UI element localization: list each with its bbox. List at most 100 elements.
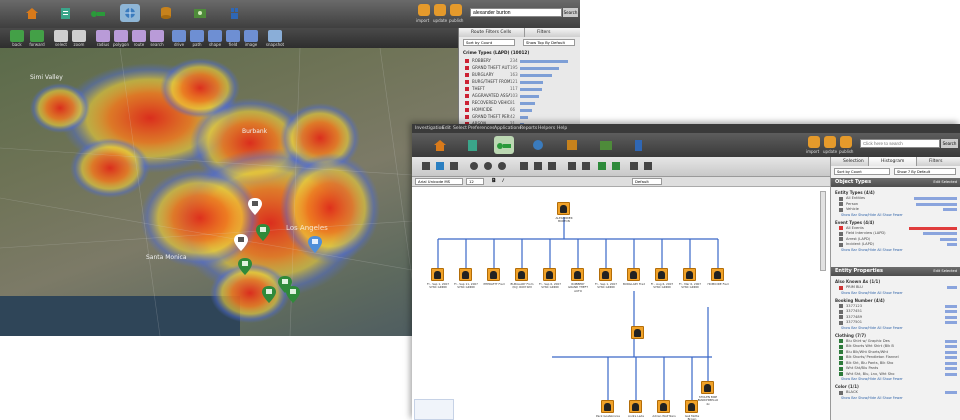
document-icon[interactable] bbox=[462, 136, 482, 154]
graph-icon[interactable] bbox=[494, 136, 514, 154]
tab-filters[interactable]: Filters bbox=[917, 157, 960, 166]
green-pin-icon[interactable] bbox=[286, 286, 300, 303]
search-input[interactable] bbox=[470, 8, 562, 17]
crime-type-row[interactable]: BURGLARY 163 bbox=[465, 72, 552, 78]
menu-select[interactable]: Select bbox=[453, 124, 467, 133]
crime-type-checkbox[interactable] bbox=[465, 94, 469, 98]
histogram-row[interactable]: Blk Sht, Blu Pants, Blk Sho bbox=[839, 361, 957, 366]
crime-type-row[interactable]: RECOVERED VEHICLE81 bbox=[465, 100, 535, 106]
crime-type-row[interactable]: HOMICIDE 66 bbox=[465, 107, 532, 113]
radius-icon[interactable] bbox=[96, 30, 110, 42]
blue-pin-icon[interactable] bbox=[308, 236, 322, 253]
user-profile-icon[interactable] bbox=[628, 136, 648, 154]
person-node[interactable] bbox=[601, 400, 614, 413]
group-links[interactable]: Show Bar Show/Hide All Show Fewer bbox=[841, 248, 903, 252]
crime-type-checkbox[interactable] bbox=[465, 87, 469, 91]
home-icon[interactable] bbox=[430, 136, 450, 154]
histogram-row[interactable]: Blk Shorts/ Pendleton Flannel bbox=[839, 355, 957, 360]
menu-reports[interactable]: Reports bbox=[520, 124, 537, 133]
event-node[interactable] bbox=[459, 268, 472, 281]
update-button[interactable] bbox=[434, 4, 446, 16]
person-node[interactable] bbox=[685, 400, 698, 413]
event-node[interactable] bbox=[683, 268, 696, 281]
crime-type-checkbox[interactable] bbox=[465, 66, 469, 70]
histogram-row[interactable]: PRIM BLU bbox=[839, 285, 957, 290]
person-node[interactable] bbox=[657, 400, 670, 413]
drive-icon[interactable] bbox=[172, 30, 186, 42]
event-node[interactable] bbox=[571, 268, 584, 281]
green-pin-icon[interactable] bbox=[262, 286, 276, 303]
folder-icon[interactable] bbox=[596, 136, 616, 154]
search-button[interactable]: Search bbox=[941, 139, 958, 148]
forward-icon[interactable] bbox=[30, 30, 44, 42]
globe-icon[interactable] bbox=[120, 4, 140, 22]
font-size-select[interactable]: 12 bbox=[466, 178, 484, 185]
snapshot-icon[interactable] bbox=[268, 30, 282, 42]
person-node[interactable] bbox=[629, 400, 642, 413]
home-icon[interactable] bbox=[22, 4, 42, 22]
entity-properties-edit-link[interactable]: Edit Selected bbox=[933, 267, 957, 276]
update-button[interactable] bbox=[824, 136, 836, 148]
histogram-row[interactable]: All Entities bbox=[839, 196, 957, 201]
crime-type-row[interactable]: GRAND THEFT PERSO42 bbox=[465, 114, 528, 120]
path-icon[interactable] bbox=[190, 30, 204, 42]
crime-type-checkbox[interactable] bbox=[465, 80, 469, 84]
histogram-row[interactable]: Wht Sht/Blu Pants bbox=[839, 366, 957, 371]
event-node[interactable] bbox=[487, 268, 500, 281]
user-profile-icon[interactable] bbox=[224, 4, 244, 22]
link-node[interactable] bbox=[631, 326, 644, 339]
histogram-row[interactable]: Incident (LAPD) bbox=[839, 242, 957, 247]
group-links[interactable]: Show Bar Show/Hide All Show Fewer bbox=[841, 291, 903, 295]
event-node[interactable] bbox=[515, 268, 528, 281]
search-icon[interactable] bbox=[150, 30, 164, 42]
crime-type-checkbox[interactable] bbox=[465, 101, 469, 105]
crime-type-checkbox[interactable] bbox=[465, 59, 469, 63]
select-icon[interactable] bbox=[54, 30, 68, 42]
histogram-row[interactable]: Blk Shorts Wht Shirt (Blk B bbox=[839, 344, 957, 349]
object-types-edit-link[interactable]: Edit Selected bbox=[933, 178, 957, 187]
crime-type-checkbox[interactable] bbox=[465, 108, 469, 112]
event-node[interactable] bbox=[655, 268, 668, 281]
vehicle-node[interactable] bbox=[701, 381, 714, 394]
event-node[interactable] bbox=[627, 268, 640, 281]
event-node[interactable] bbox=[711, 268, 724, 281]
histogram-row[interactable]: Blu Shirt w/ Graphic Des bbox=[839, 339, 957, 344]
crime-type-row[interactable]: AGGRAVATED ASSAU 103 bbox=[465, 93, 539, 99]
shape-icon[interactable] bbox=[208, 30, 222, 42]
folder-icon[interactable] bbox=[190, 4, 210, 22]
event-node[interactable] bbox=[599, 268, 612, 281]
histogram-row[interactable]: 3377489 bbox=[839, 315, 957, 320]
menu-investigation[interactable]: Investigation bbox=[415, 124, 444, 133]
publish-button[interactable] bbox=[450, 4, 462, 16]
histogram-row[interactable]: Blu Blk/Wht Shorts/Wht bbox=[839, 350, 957, 355]
polygon-icon[interactable] bbox=[114, 30, 128, 42]
menu-preferences[interactable]: Preferences bbox=[468, 124, 494, 133]
crime-type-row[interactable]: ROBBERY 234 bbox=[465, 58, 568, 64]
tab-histogram[interactable]: Histogram bbox=[869, 157, 917, 166]
tab-filters[interactable]: Filters bbox=[525, 28, 580, 37]
align-select[interactable]: Default bbox=[632, 178, 662, 185]
import-button[interactable] bbox=[418, 4, 430, 16]
menu-help[interactable]: Help bbox=[557, 124, 567, 133]
group-links[interactable]: Show Bar Show/Hide All Show Fewer bbox=[841, 377, 903, 381]
histogram-row[interactable]: All Events bbox=[839, 226, 957, 231]
crime-type-checkbox[interactable] bbox=[465, 115, 469, 119]
publish-button[interactable] bbox=[840, 136, 852, 148]
histogram-row[interactable]: 3377451 bbox=[839, 309, 957, 314]
histogram-row[interactable]: Arrest (LAPD) bbox=[839, 237, 957, 242]
show-select[interactable]: Show 7 By Default bbox=[894, 168, 956, 175]
overview-minimap[interactable] bbox=[414, 399, 454, 420]
root-person-node[interactable] bbox=[557, 202, 570, 215]
tab-route-filters[interactable]: Route Filters Cells bbox=[459, 28, 525, 37]
italic-button[interactable]: 𝐼 bbox=[502, 178, 503, 184]
group-links[interactable]: Show Bar Show/Hide All Show Fewer bbox=[841, 326, 903, 330]
menu-helpers[interactable]: Helpers bbox=[538, 124, 555, 133]
document-icon[interactable] bbox=[55, 4, 75, 22]
histogram-row[interactable]: Wht Sht, Blu, Lnx, Wht Sho bbox=[839, 372, 957, 377]
show-select[interactable]: Show Top By Default bbox=[523, 39, 575, 46]
crime-type-row[interactable]: BURG/THEFT FROM V121 bbox=[465, 79, 543, 85]
route-icon[interactable] bbox=[132, 30, 146, 42]
green-pin-icon[interactable] bbox=[238, 258, 252, 275]
menu-applications[interactable]: Applications bbox=[494, 124, 522, 133]
image-icon[interactable] bbox=[244, 30, 258, 42]
